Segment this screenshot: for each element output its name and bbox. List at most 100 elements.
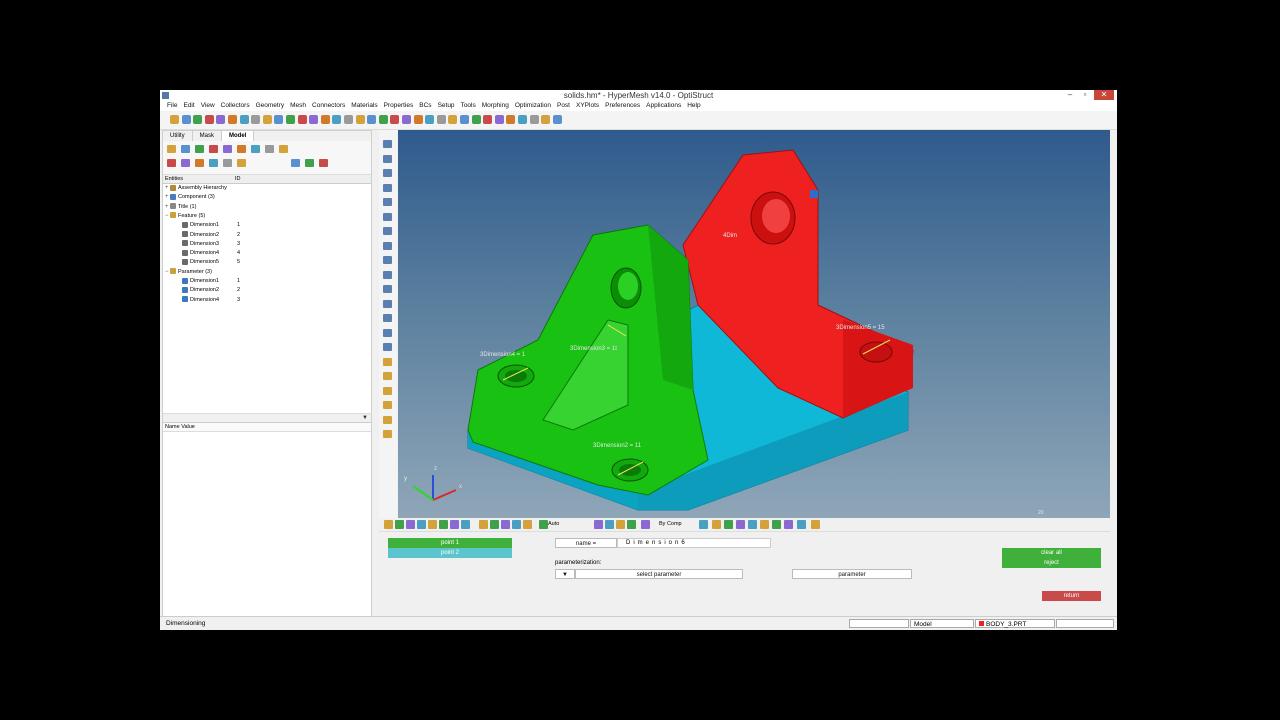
- tree-item[interactable]: Dimension4 4: [177, 249, 240, 258]
- visualization-tool-icon[interactable]: [501, 520, 510, 529]
- menu-materials[interactable]: Materials: [348, 101, 380, 111]
- menu-view[interactable]: View: [198, 101, 218, 111]
- menu-connectors[interactable]: Connectors: [309, 101, 348, 111]
- toolbar-tool-icon[interactable]: [541, 115, 551, 124]
- toolbar-tool-icon[interactable]: [413, 115, 423, 124]
- visualization-tool-icon[interactable]: [417, 520, 426, 529]
- toolbar-tool-icon[interactable]: [181, 115, 191, 124]
- browser-tool-icon[interactable]: [237, 159, 246, 167]
- toolbar-tool-icon[interactable]: [355, 115, 365, 124]
- status-model[interactable]: Model: [910, 619, 974, 628]
- menu-help[interactable]: Help: [684, 101, 703, 111]
- browser-tool-icon[interactable]: [223, 159, 232, 167]
- visualization-tool-icon[interactable]: [605, 520, 614, 529]
- browser-tool-icon[interactable]: [195, 145, 204, 153]
- parameter-button[interactable]: parameter: [792, 569, 912, 579]
- name-input[interactable]: Dimension6: [617, 538, 771, 548]
- by-comp-dropdown-label[interactable]: By Comp: [659, 521, 682, 527]
- toolbar-tool-icon[interactable]: [460, 115, 469, 124]
- tab-mask[interactable]: Mask: [193, 131, 223, 141]
- visualization-tool-icon[interactable]: [641, 520, 650, 529]
- toolbar-tool-icon[interactable]: [494, 115, 504, 124]
- vertical-tool-icon[interactable]: [383, 256, 392, 264]
- menu-xyplots[interactable]: XYPlots: [573, 101, 602, 111]
- reject-button[interactable]: reject: [1002, 558, 1101, 568]
- visualization-tool-icon[interactable]: [395, 520, 404, 529]
- toolbar-tool-icon[interactable]: [193, 115, 203, 124]
- toolbar-tool-icon[interactable]: [286, 115, 295, 124]
- toolbar-tool-icon[interactable]: [170, 115, 179, 124]
- visualization-tool-icon[interactable]: [784, 520, 793, 529]
- vertical-tool-icon[interactable]: [383, 285, 392, 293]
- browser-tool-icon[interactable]: [251, 145, 260, 153]
- browser-tool-icon[interactable]: [279, 145, 288, 153]
- visualization-tool-icon[interactable]: [736, 520, 745, 529]
- tab-model[interactable]: Model: [222, 131, 255, 141]
- menu-geometry[interactable]: Geometry: [253, 101, 288, 111]
- tree-item[interactable]: + Assembly Hierarchy: [165, 184, 227, 193]
- status-component[interactable]: BODY_3.PRT: [975, 619, 1055, 628]
- browser-tool-icon[interactable]: [237, 145, 246, 153]
- menu-edit[interactable]: Edit: [180, 101, 197, 111]
- vertical-tool-icon[interactable]: [383, 299, 392, 308]
- tree-item[interactable]: + Title (1): [165, 203, 196, 212]
- vertical-tool-icon[interactable]: [383, 154, 392, 163]
- visualization-tool-icon[interactable]: [450, 520, 459, 529]
- close-button[interactable]: ✕: [1094, 90, 1114, 100]
- menu-setup[interactable]: Setup: [435, 101, 458, 111]
- minimize-button[interactable]: –: [1063, 90, 1077, 100]
- visualization-tool-icon[interactable]: [616, 520, 625, 529]
- toolbar-tool-icon[interactable]: [506, 115, 516, 124]
- visualization-tool-icon[interactable]: [512, 520, 521, 529]
- vertical-tool-icon[interactable]: [383, 386, 392, 395]
- vertical-tool-icon[interactable]: [383, 212, 392, 221]
- visualization-tool-icon[interactable]: [406, 520, 415, 529]
- visualization-tool-icon[interactable]: [627, 520, 636, 529]
- vertical-tool-icon[interactable]: [383, 372, 392, 380]
- browser-tool-icon[interactable]: [195, 159, 204, 167]
- toolbar-tool-icon[interactable]: [204, 115, 214, 124]
- tree-item[interactable]: − Feature (5): [165, 212, 205, 221]
- vertical-tool-icon[interactable]: [383, 314, 392, 322]
- name-label-button[interactable]: name =: [555, 538, 617, 548]
- vertical-tool-icon[interactable]: [383, 357, 392, 366]
- toolbar-tool-icon[interactable]: [262, 115, 272, 124]
- browser-tool-icon[interactable]: [209, 145, 218, 153]
- panel-splitter[interactable]: ▼: [163, 413, 371, 423]
- toolbar-tool-icon[interactable]: [344, 115, 353, 124]
- visualization-tool-icon[interactable]: [461, 520, 470, 529]
- browser-tool-icon[interactable]: [181, 145, 190, 153]
- visualization-tool-icon[interactable]: [699, 520, 708, 529]
- visualization-tool-icon[interactable]: [772, 520, 781, 529]
- visualization-tool-icon[interactable]: [384, 520, 393, 529]
- menu-morphing[interactable]: Morphing: [479, 101, 512, 111]
- id-column-header[interactable]: ID: [235, 175, 241, 184]
- clear-all-button[interactable]: clear all: [1002, 548, 1101, 558]
- collapse-arrow-icon[interactable]: ▼: [362, 415, 368, 421]
- vertical-tool-icon[interactable]: [383, 241, 392, 250]
- toolbar-tool-icon[interactable]: [471, 115, 481, 124]
- visualization-tool-icon[interactable]: [439, 520, 448, 529]
- tab-utility[interactable]: Utility: [163, 131, 193, 141]
- tree-item[interactable]: Dimension2 2: [177, 286, 240, 295]
- toolbar-tool-icon[interactable]: [529, 115, 539, 124]
- vertical-tool-icon[interactable]: [383, 183, 392, 192]
- maximize-button[interactable]: ▫: [1078, 90, 1092, 100]
- toolbar-tool-icon[interactable]: [274, 115, 284, 124]
- entities-column-header[interactable]: Entities: [165, 175, 183, 184]
- menu-post[interactable]: Post: [554, 101, 573, 111]
- tree-item[interactable]: Dimension1 1: [177, 277, 240, 286]
- tree-item[interactable]: Dimension1 1: [177, 221, 240, 230]
- vertical-tool-icon[interactable]: [383, 415, 392, 424]
- vertical-tool-icon[interactable]: [383, 328, 392, 337]
- vertical-tool-icon[interactable]: [383, 401, 392, 409]
- toolbar-tool-icon[interactable]: [320, 115, 330, 124]
- visualization-tool-icon[interactable]: [523, 520, 532, 529]
- tree-item[interactable]: + Component (3): [165, 193, 215, 202]
- browser-tool-icon[interactable]: [181, 159, 190, 167]
- menu-applications[interactable]: Applications: [643, 101, 684, 111]
- visualization-tool-icon[interactable]: [594, 520, 603, 529]
- browser-tool-icon[interactable]: [291, 159, 300, 167]
- visualization-tool-icon[interactable]: [428, 520, 437, 529]
- toolbar-tool-icon[interactable]: [436, 115, 446, 124]
